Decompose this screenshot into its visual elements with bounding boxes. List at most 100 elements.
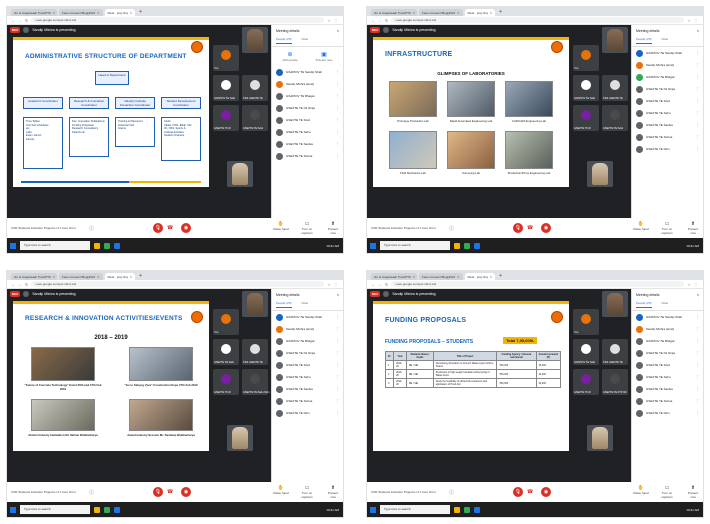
video-tile[interactable]: You [573,309,599,335]
video-tile[interactable]: GSAPIOV TE Sabi [213,75,239,101]
chrome-icon[interactable] [464,242,470,249]
raise-hand-button[interactable]: ✋ Raise hand [633,485,649,499]
back-icon[interactable]: ← [371,18,375,23]
new-tab-button[interactable]: + [139,273,142,280]
info-icon[interactable]: ⓘ [89,225,94,232]
close-icon[interactable]: × [337,29,339,33]
mic-button[interactable]: 🎙 [153,487,163,497]
taskbar-search[interactable]: Type here to search [380,241,450,250]
participant-row[interactable]: GSEXTE TE Solvi ⋮ [272,114,343,126]
mic-button[interactable]: 🎙 [513,487,523,497]
present-now-button[interactable]: ▣ Present now [314,51,334,62]
add-people-button[interactable]: ⊕ Add people [280,51,300,62]
video-tile[interactable]: GSEXTE Th NI [213,105,239,131]
back-icon[interactable]: ← [11,282,15,287]
participant-row[interactable]: GSEXTE TE Sohna ⋮ [272,395,343,407]
file-explorer-icon[interactable] [454,242,460,249]
browser-tab[interactable]: Go to Anganwadi Trust/PTA × [371,273,417,280]
participant-row[interactable]: GSAPIOV TE Bhagat ⋮ [272,90,343,102]
windows-start-icon[interactable] [370,242,376,249]
end-call-button[interactable]: ☎ [167,489,173,495]
present-button[interactable]: ⬆ Present now [325,485,341,499]
reload-icon[interactable]: ↻ [385,282,388,287]
windows-start-icon[interactable] [370,506,376,513]
app-icon[interactable] [474,242,480,249]
close-icon[interactable]: × [337,293,339,297]
participant-row[interactable]: GSEXTE TE NJ Ninja ⋮ [272,347,343,359]
captions-button[interactable]: ▭ Turn on captions [299,221,315,235]
tab-chat[interactable]: Chat [662,301,668,308]
back-icon[interactable]: ← [371,282,375,287]
windows-start-icon[interactable] [10,242,16,249]
participant-row[interactable]: GSEXTE TE Nirm ⋮ [632,143,703,155]
new-tab-button[interactable]: + [499,273,502,280]
participant-row[interactable]: GSEXTE TE Solvi ⋮ [632,359,703,371]
extension-icons[interactable]: ☆ ⋮ [687,282,699,287]
participant-row[interactable]: GSAPIOV TE Bhagat ⋮ [632,335,703,347]
participant-row[interactable]: Sandip Mishra (Host) ⋮ [272,323,343,335]
forward-icon[interactable]: → [18,18,22,23]
close-icon[interactable]: × [697,293,699,297]
participant-row[interactable]: GSEXTE TE Solvi ⋮ [632,95,703,107]
taskbar-search[interactable]: Type here to search [20,241,90,250]
video-tile[interactable]: GSEXTE Th NI [573,369,599,395]
browser-tab[interactable]: Fees Consent Blog(2021 × [59,9,103,16]
video-tile[interactable]: GSEXTE TE Solvi [242,105,268,131]
participant-row[interactable]: GSEXTE TE Sanika ⋮ [632,383,703,395]
taskbar-search[interactable]: Type here to search [380,505,450,514]
camera-button[interactable]: ◉ [181,223,191,233]
captions-button[interactable]: ▭ Turn on captions [659,221,675,235]
video-tile-camera[interactable] [227,425,253,451]
video-tile[interactable]: GSEXTE TE Sabi [213,339,239,365]
participant-row[interactable]: Sandip Mishra (Host) ⋮ [632,59,703,71]
video-tile[interactable]: GSEXTE Th NI [213,369,239,395]
chrome-icon[interactable] [464,506,470,513]
video-tile[interactable]: CSS GSEXTE TE [242,339,268,365]
url-input[interactable]: meet.google.com/pvt-nbmf-xwr [391,281,685,287]
browser-tab-active[interactable]: Meet - proj-tzrq × [104,9,136,16]
participant-row[interactable]: GSAPIOV TE Sandip Shah ⋮ [632,311,703,323]
video-tile[interactable]: CSS GSEXTE TE [602,339,628,365]
participant-row[interactable]: GSAPIOV TE Bhagat ⋮ [272,335,343,347]
camera-button[interactable]: ◉ [541,223,551,233]
participant-row[interactable]: GSEXTE TE Sahu ⋮ [272,371,343,383]
browser-tab-active[interactable]: Meet - proj-tzrq × [464,9,496,16]
mic-button[interactable]: 🎙 [513,223,523,233]
participant-row[interactable]: GSEXTE TE Sanika ⋮ [632,119,703,131]
app-icon[interactable] [114,242,120,249]
video-tile[interactable]: GSAPIOV TE Sabi [573,339,599,365]
video-tile-camera[interactable] [242,291,268,317]
video-tile[interactable]: You [213,309,239,335]
mic-button[interactable]: 🎙 [153,223,163,233]
participant-row[interactable]: GSEXTE TE Sohna ⋮ [632,395,703,407]
participant-row[interactable]: GSEXTE TE Nirm ⋮ [272,407,343,419]
present-button[interactable]: ⬆ Present now [685,221,701,235]
video-tile-camera[interactable] [587,161,613,187]
participant-row[interactable]: GSEXTE TE Sohna ⋮ [632,131,703,143]
video-tile-camera[interactable] [602,27,628,53]
raise-hand-button[interactable]: ✋ Raise hand [633,221,649,235]
participant-row[interactable]: GSEXTE TE Nirm ⋮ [632,407,703,419]
extension-icons[interactable]: ☆ ⋮ [327,18,339,23]
participant-row[interactable]: GSEXTE TE NJ Ninja ⋮ [632,347,703,359]
camera-button[interactable]: ◉ [541,487,551,497]
browser-tab[interactable]: Go to Anganwadi Trust/PTA × [11,273,57,280]
participant-row[interactable]: GSEXTE TE Sahu ⋮ [272,126,343,138]
info-icon[interactable]: ⓘ [89,489,94,496]
tab-people[interactable]: People (25) [636,301,652,308]
raise-hand-button[interactable]: ✋ Raise hand [273,485,289,499]
tab-chat[interactable]: Chat [302,37,308,44]
file-explorer-icon[interactable] [94,506,100,513]
taskbar-search[interactable]: Type here to search [20,505,90,514]
browser-tab[interactable]: Go to Anganwadi Trust/PTA × [11,9,57,16]
participant-row[interactable]: GSAPIOV TE Bhagat ⋮ [632,71,703,83]
captions-button[interactable]: ▭ Turn on captions [299,485,315,499]
info-icon[interactable]: ⓘ [449,489,454,496]
reload-icon[interactable]: ↻ [25,282,28,287]
tab-people[interactable]: People (25) [276,37,292,44]
tab-people[interactable]: People (25) [636,37,652,44]
url-input[interactable]: meet.google.com/pvt-nbmf-xwr [31,281,325,287]
tab-chat[interactable]: Chat [302,301,308,308]
reload-icon[interactable]: ↻ [25,18,28,23]
app-icon[interactable] [474,506,480,513]
